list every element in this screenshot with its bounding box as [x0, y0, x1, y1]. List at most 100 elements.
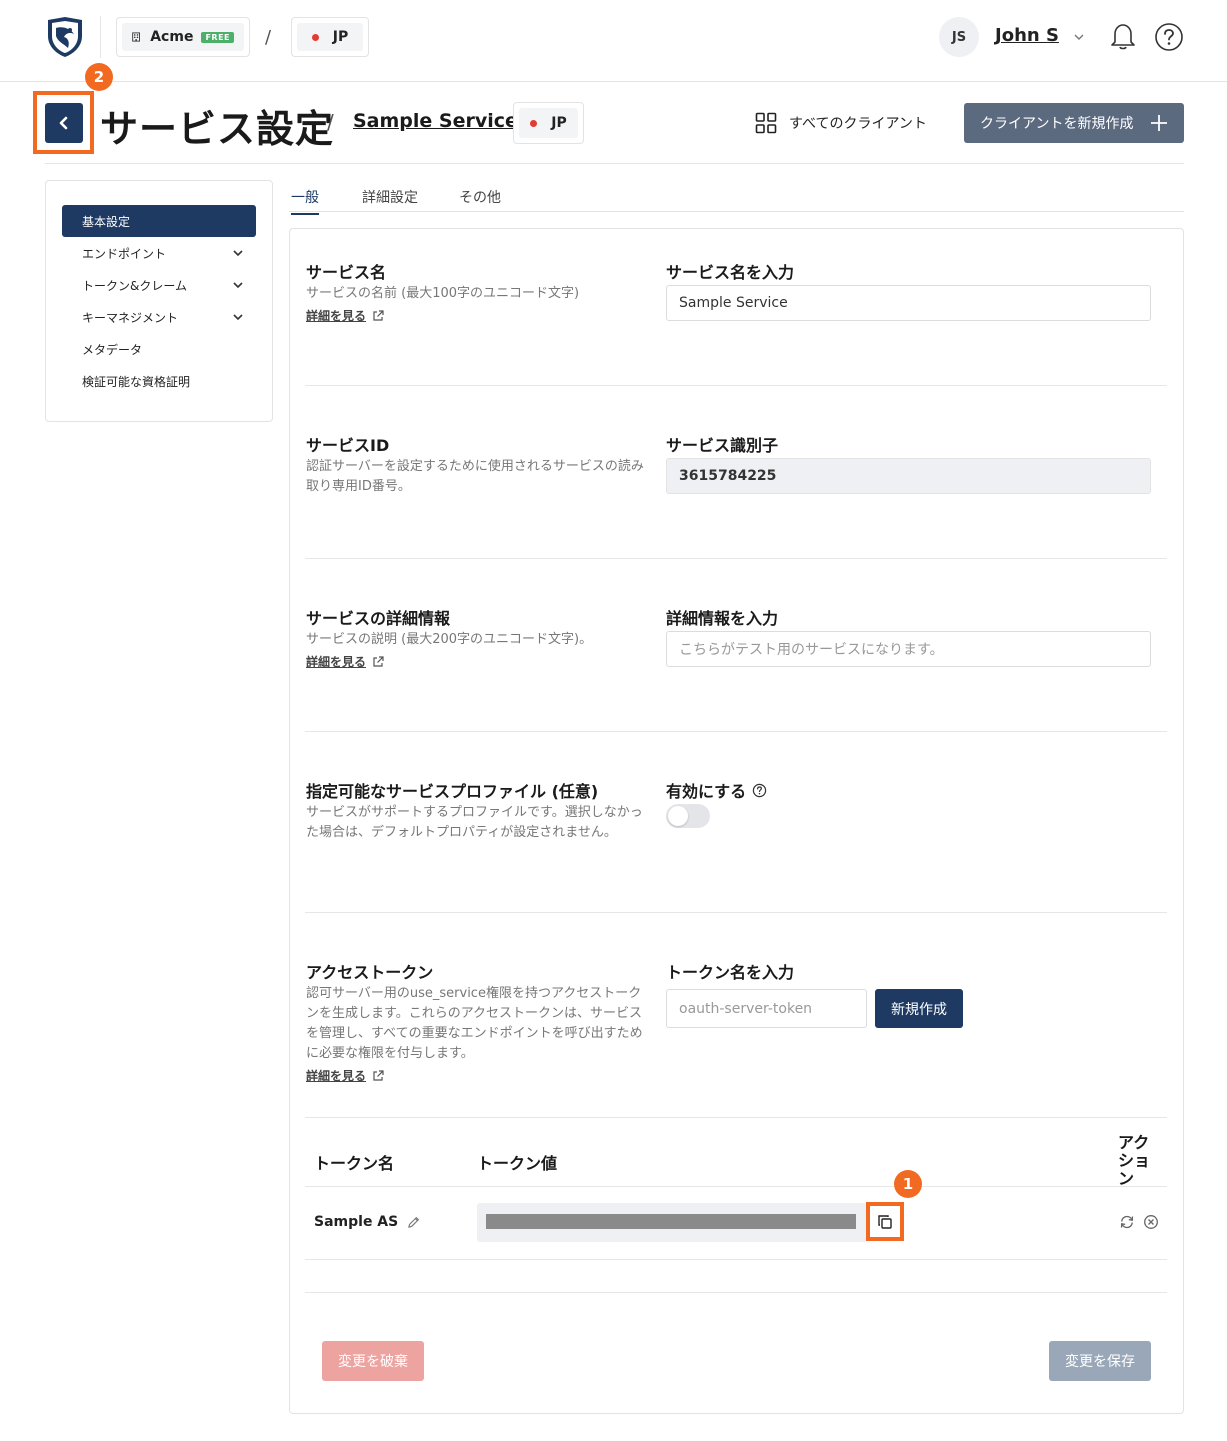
service-name-desc: サービスの名前 (最大100字のユニコード文字) [306, 286, 580, 301]
tab-other[interactable]: その他 [459, 187, 501, 207]
access-token-desc: 認可サーバー用のuse_service権限を持つアクセストークンを生成します。こ… [306, 986, 643, 1061]
service-region-badge: JP [513, 102, 584, 144]
service-name-title: サービス名 [306, 263, 387, 282]
details-link-label: 詳細を見る [306, 309, 367, 323]
help-icon[interactable] [1154, 22, 1184, 52]
region-selector[interactable]: JP [291, 17, 369, 57]
sidebar-item-endpoints[interactable]: エンドポイント [62, 237, 256, 269]
token-value-mask [486, 1214, 856, 1229]
org-selector[interactable]: Acme FREE [116, 17, 250, 57]
service-name-input[interactable]: Sample Service [666, 285, 1151, 321]
region-dot-icon [311, 33, 319, 41]
service-name-details-link[interactable]: 詳細を見る [306, 307, 384, 324]
pencil-icon[interactable] [406, 1215, 421, 1230]
service-id-field-label: サービス識別子 [666, 436, 779, 455]
table-header-divider [305, 1186, 1167, 1187]
sidebar-item-label: メタデータ [82, 342, 143, 357]
sidebar-item-label: キーマネジメント [82, 310, 179, 325]
create-client-button[interactable]: クライアントを新規作成 [964, 103, 1184, 143]
plan-badge: FREE [201, 31, 234, 43]
region-label: JP [332, 29, 349, 45]
settings-sidebar: 基本設定 エンドポイント トークン&クレーム キーマネジメント メタデータ 検証… [45, 180, 273, 422]
back-button-highlight [33, 91, 94, 154]
user-name-link[interactable]: John S [995, 25, 1059, 46]
all-clients-label: すべてのクライアント [789, 116, 927, 132]
discard-changes-button[interactable]: 変更を破棄 [322, 1341, 424, 1381]
tab-general[interactable]: 一般 [291, 187, 319, 215]
sidebar-item-label: 検証可能な資格証明 [82, 374, 191, 389]
service-details-desc: サービスの説明 (最大200字のユニコード文字)。 [306, 632, 593, 647]
annotation-marker-1: 1 [894, 1170, 922, 1198]
external-link-icon [373, 655, 384, 667]
profile-enable-toggle[interactable] [666, 804, 710, 828]
external-link-icon [373, 309, 384, 321]
service-name-link[interactable]: Sample Service [353, 110, 518, 132]
section-divider [305, 558, 1167, 559]
breadcrumb-separator: / [265, 27, 272, 48]
sidebar-item-basic-settings[interactable]: 基本設定 [62, 205, 256, 237]
sidebar-item-key-management[interactable]: キーマネジメント [62, 301, 256, 333]
toggle-knob [668, 806, 688, 826]
section-divider [305, 731, 1167, 732]
header-divider [45, 163, 1184, 164]
save-changes-button[interactable]: 変更を保存 [1049, 1341, 1151, 1381]
sidebar-item-label: 基本設定 [82, 214, 131, 229]
service-region-label: JP [551, 115, 567, 131]
profile-enable-text: 有効にする [666, 782, 747, 801]
token-name-cell: Sample AS [314, 1214, 421, 1230]
token-name-text: Sample AS [314, 1214, 399, 1230]
sidebar-item-verifiable-credentials[interactable]: 検証可能な資格証明 [62, 365, 256, 397]
help-circle-icon[interactable] [752, 783, 767, 798]
annotation-marker-2: 2 [85, 63, 113, 91]
org-name: Acme [150, 29, 194, 45]
section-divider [305, 1117, 1167, 1118]
section-divider [305, 1292, 1167, 1293]
profile-enable-label: 有効にする [666, 778, 767, 802]
create-token-button[interactable]: 新規作成 [875, 989, 963, 1028]
delete-circle-icon[interactable] [1143, 1214, 1159, 1230]
column-header-actions: アクション [1118, 1133, 1151, 1188]
service-name-field-label: サービス名を入力 [666, 263, 795, 282]
sidebar-item-label: トークン&クレーム [82, 278, 187, 293]
service-details-input[interactable]: こちらがテスト用のサービスになります。 [666, 631, 1151, 667]
tab-advanced[interactable]: 詳細設定 [362, 187, 418, 207]
all-clients-link[interactable]: すべてのクライアント [755, 112, 927, 134]
region-dot-icon [530, 119, 538, 127]
settings-tabs: 一般 詳細設定 その他 [289, 180, 1184, 215]
shield-logo-icon[interactable] [44, 16, 86, 58]
user-avatar[interactable]: JS [939, 17, 979, 57]
top-navigation: Acme FREE / JP JS John S [0, 0, 1227, 82]
table-row-divider [305, 1259, 1167, 1260]
chevron-down-icon [233, 250, 243, 257]
service-details-details-link[interactable]: 詳細を見る [306, 653, 384, 670]
access-token-details-link[interactable]: 詳細を見る [306, 1067, 384, 1084]
copy-button-highlight [866, 1202, 904, 1241]
sidebar-item-metadata[interactable]: メタデータ [62, 333, 256, 365]
service-id-readonly-field: 3615784225 [666, 458, 1151, 494]
plus-icon [1151, 115, 1167, 131]
chevron-down-icon [233, 282, 243, 289]
sidebar-item-tokens-claims[interactable]: トークン&クレーム [62, 269, 256, 301]
token-name-input[interactable]: oauth-server-token [666, 989, 867, 1028]
building-icon [132, 32, 140, 42]
service-profile-desc: サービスがサポートするプロファイルです。選択しなかった場合は、デフォルトプロパテ… [306, 805, 643, 840]
service-details-field-label: 詳細情報を入力 [666, 609, 779, 628]
access-token-title: アクセストークン [306, 963, 434, 982]
refresh-icon[interactable] [1119, 1214, 1135, 1230]
token-name-field-label: トークン名を入力 [666, 963, 795, 982]
token-value-field [477, 1203, 867, 1242]
service-id-title: サービスID [306, 436, 390, 455]
column-header-token-value: トークン値 [477, 1154, 558, 1173]
chevron-down-icon [233, 314, 243, 321]
page-title: サービス設定 [100, 107, 335, 151]
nav-divider [100, 16, 101, 58]
details-link-label: 詳細を見る [306, 1069, 367, 1083]
service-details-title: サービスの詳細情報 [306, 609, 451, 628]
grid-icon [755, 112, 777, 134]
chevron-down-icon[interactable] [1073, 31, 1085, 43]
bell-icon[interactable] [1109, 21, 1137, 51]
column-header-token-name: トークン名 [314, 1154, 395, 1173]
details-link-label: 詳細を見る [306, 655, 367, 669]
service-id-desc: 認証サーバーを設定するために使用されるサービスの読み取り専用ID番号。 [306, 459, 644, 494]
section-divider [305, 385, 1167, 386]
